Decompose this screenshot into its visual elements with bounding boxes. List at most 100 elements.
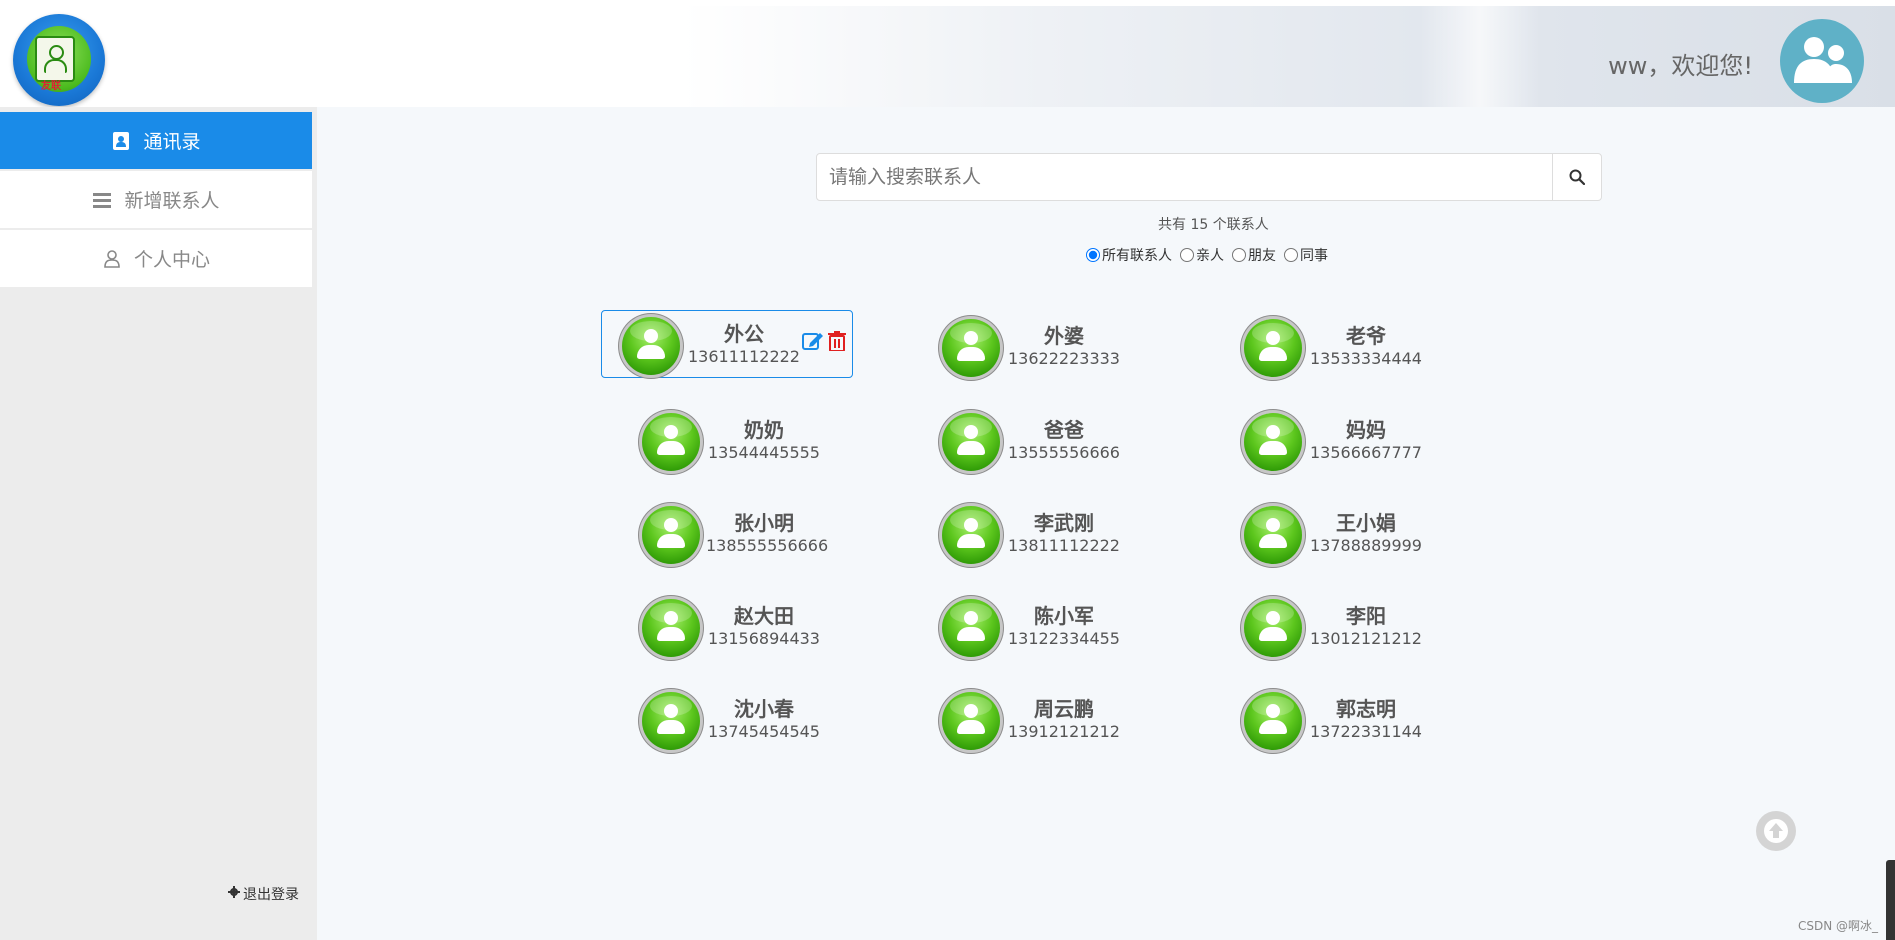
contact-avatar-icon	[1244, 413, 1302, 471]
contact-name: 沈小春	[734, 697, 794, 721]
contact-avatar-icon	[942, 506, 1000, 564]
contact-phone: 13156894433	[708, 629, 820, 648]
contact-card[interactable]: 李阳 13012121212	[1242, 593, 1492, 659]
sidebar-item-label: 新增联系人	[124, 190, 220, 212]
contact-card[interactable]: 妈妈 13566667777	[1242, 407, 1492, 473]
edge-widget	[1886, 860, 1895, 940]
contact-name: 张小明	[734, 511, 794, 535]
contact-card[interactable]: 王小娟 13788889999	[1242, 500, 1492, 566]
search-bar	[816, 153, 1602, 201]
contact-avatar-icon	[942, 692, 1000, 750]
contact-avatar-icon	[942, 319, 1000, 377]
contact-name: 外公	[724, 322, 764, 346]
contact-card[interactable]: 赵大田 13156894433	[640, 593, 890, 659]
filter-radio[interactable]	[1284, 248, 1298, 262]
logout-link[interactable]: 退出登录	[228, 884, 299, 904]
contact-card[interactable]: 陈小军 13122334455	[940, 593, 1190, 659]
sidebar-item-contacts[interactable]: 通讯录	[0, 112, 312, 169]
delete-icon[interactable]	[828, 331, 846, 351]
contact-phone: 13566667777	[1310, 443, 1422, 462]
sidebar-item-label: 个人中心	[133, 249, 210, 271]
contact-avatar-icon	[642, 692, 700, 750]
contact-phone: 13811112222	[1008, 536, 1120, 555]
contact-card[interactable]: 周云鹏 13912121212	[940, 686, 1190, 752]
contact-name: 王小娟	[1336, 511, 1396, 535]
sidebar-item-add-contact[interactable]: 新增联系人	[0, 171, 312, 228]
contact-phone: 13722331144	[1310, 722, 1422, 741]
contact-avatar-icon	[942, 413, 1000, 471]
search-icon	[1569, 169, 1585, 185]
arrow-up-icon	[1764, 819, 1788, 843]
filter-group: 所有联系人 亲人 朋友 同事	[1086, 245, 1336, 265]
contact-avatar-icon	[1244, 506, 1302, 564]
contact-card[interactable]: 张小明 138555556666	[640, 500, 890, 566]
contact-card[interactable]: 沈小春 13745454545	[640, 686, 890, 752]
contact-avatar-icon	[942, 599, 1000, 657]
filter-radio[interactable]	[1180, 248, 1194, 262]
contact-actions	[802, 331, 846, 351]
contact-phone: 13622223333	[1008, 349, 1120, 368]
contact-card[interactable]: 郭志明 13722331144	[1242, 686, 1492, 752]
contact-book-icon	[111, 131, 131, 151]
filter-radio[interactable]	[1232, 248, 1246, 262]
sidebar: 通讯录 新增联系人 个人中心	[0, 107, 317, 940]
users-icon	[1794, 37, 1852, 83]
welcome-text: ww，欢迎您!	[1608, 52, 1753, 80]
logo-tag: 友联	[41, 81, 61, 92]
filter-radio[interactable]	[1086, 248, 1100, 262]
contact-phone: 13912121212	[1008, 722, 1120, 741]
contact-phone: 13544445555	[708, 443, 820, 462]
user-icon	[102, 249, 122, 269]
contact-name: 李武刚	[1034, 511, 1094, 535]
contact-avatar-icon	[1244, 599, 1302, 657]
contact-name: 外婆	[1044, 324, 1084, 348]
contact-name: 妈妈	[1346, 418, 1386, 442]
sidebar-item-label: 通讯录	[143, 131, 201, 153]
contact-phone: 13555556666	[1008, 443, 1120, 462]
filter-colleagues[interactable]: 同事	[1284, 245, 1328, 265]
contact-card[interactable]: 外婆 13622223333	[940, 313, 1190, 379]
back-to-top-button[interactable]	[1756, 811, 1796, 851]
contact-count: 共有 15 个联系人	[1158, 217, 1269, 233]
watermark: CSDN @啊冰_	[1798, 919, 1879, 933]
contact-card[interactable]: 外公 13611112222	[601, 310, 853, 378]
contact-name: 奶奶	[744, 418, 784, 442]
contact-avatar-icon	[642, 506, 700, 564]
contact-phone: 13788889999	[1310, 536, 1422, 555]
edit-icon[interactable]	[802, 331, 824, 351]
sidebar-item-profile[interactable]: 个人中心	[0, 230, 312, 287]
contact-name: 李阳	[1346, 604, 1386, 628]
contact-card[interactable]: 奶奶 13544445555	[640, 407, 890, 473]
filter-family[interactable]: 亲人	[1180, 245, 1224, 265]
contact-phone: 13533334444	[1310, 349, 1422, 368]
user-avatar[interactable]	[1780, 19, 1864, 103]
contact-phone: 13745454545	[708, 722, 820, 741]
contact-name: 爸爸	[1044, 418, 1084, 442]
app-header: 友联 ww，欢迎您!	[0, 6, 1895, 107]
contact-name: 周云鹏	[1034, 697, 1094, 721]
contact-phone: 13611112222	[688, 347, 800, 366]
logout-label: 退出登录	[243, 887, 299, 903]
contact-name: 郭志明	[1336, 697, 1396, 721]
contact-avatar-icon	[622, 317, 680, 375]
contact-card[interactable]: 爸爸 13555556666	[940, 407, 1190, 473]
contact-card[interactable]: 老爷 13533334444	[1242, 313, 1492, 379]
search-input[interactable]	[817, 154, 1552, 200]
contact-phone: 13012121212	[1310, 629, 1422, 648]
search-button[interactable]	[1552, 154, 1601, 200]
contact-name: 陈小军	[1034, 604, 1094, 628]
address-book-icon	[35, 36, 75, 82]
contact-avatar-icon	[642, 413, 700, 471]
app-logo: 友联	[13, 14, 105, 106]
contact-name: 赵大田	[734, 604, 794, 628]
contact-phone: 138555556666	[706, 536, 829, 555]
contact-phone: 13122334455	[1008, 629, 1120, 648]
filter-all[interactable]: 所有联系人	[1086, 245, 1172, 265]
contact-avatar-icon	[1244, 692, 1302, 750]
contact-avatar-icon	[1244, 319, 1302, 377]
gear-icon	[228, 886, 240, 902]
filter-friends[interactable]: 朋友	[1232, 245, 1276, 265]
contact-card[interactable]: 李武刚 13811112222	[940, 500, 1190, 566]
contact-name: 老爷	[1346, 324, 1386, 348]
contact-avatar-icon	[642, 599, 700, 657]
